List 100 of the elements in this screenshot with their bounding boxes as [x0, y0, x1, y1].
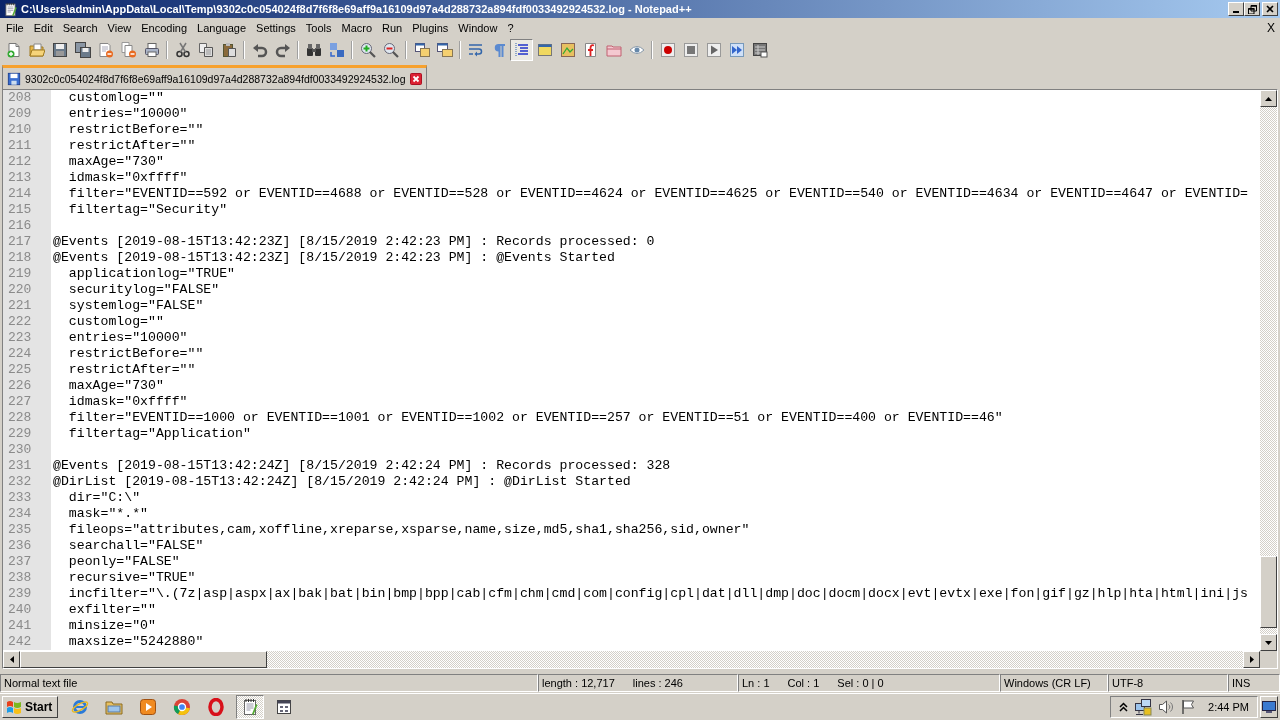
code-line: systemlog="FALSE"	[67, 298, 204, 314]
encoding-label: UTF-8	[1108, 674, 1228, 692]
code-line: mask="*.*"	[67, 506, 148, 522]
scrollbar-thumb[interactable]	[1260, 556, 1277, 628]
close-file-icon	[97, 42, 114, 58]
close-document-button[interactable]: X	[1262, 19, 1280, 37]
scrollbar-corner	[1260, 651, 1277, 668]
line-number: 219	[3, 266, 51, 282]
close-button[interactable]	[1262, 2, 1278, 16]
line-number: 228	[3, 410, 51, 426]
restore-button[interactable]	[1244, 2, 1260, 16]
code-line: idmask="0xffff"	[67, 394, 188, 410]
line-number: 240	[3, 602, 51, 618]
scroll-right-button[interactable]	[1243, 651, 1260, 668]
media-player-icon	[139, 698, 158, 716]
undo-icon	[251, 42, 268, 58]
line-number: 217	[3, 234, 51, 250]
scrollbar-thumb[interactable]	[20, 651, 267, 668]
printer-icon	[143, 42, 160, 58]
clock[interactable]: 2:44 PM	[1208, 701, 1249, 713]
menu-item[interactable]: Window	[453, 20, 503, 36]
line-number: 216	[3, 218, 51, 234]
menu-item[interactable]: Settings	[251, 20, 301, 36]
insert-mode-label: INS	[1228, 674, 1280, 692]
window-icon	[536, 42, 553, 58]
speaker-icon[interactable]	[1158, 699, 1175, 715]
word-wrap-icon	[467, 42, 484, 58]
code-line: dir="C:\"	[67, 490, 141, 506]
line-number: 236	[3, 538, 51, 554]
ring-icon	[207, 698, 226, 716]
scroll-up-button[interactable]	[1260, 90, 1277, 107]
code-line: maxsize="5242880"	[67, 634, 204, 650]
record-icon	[659, 42, 676, 58]
network-icon[interactable]	[1134, 698, 1153, 716]
column-label: Col : 1	[787, 677, 820, 689]
lines-label: lines : 246	[632, 677, 683, 689]
code-line: restrictAfter=""	[67, 362, 196, 378]
line-number: 208	[3, 90, 51, 106]
line-number: 233	[3, 490, 51, 506]
code-line: entries="10000"	[67, 106, 188, 122]
code-line: peonly="FALSE"	[67, 554, 180, 570]
code-line: recursive="TRUE"	[67, 570, 196, 586]
menu-item[interactable]: View	[102, 20, 137, 36]
menu-item[interactable]: Tools	[300, 20, 337, 36]
scroll-left-button[interactable]	[3, 651, 20, 668]
indent-lines-icon	[513, 42, 530, 58]
restore-icon	[1247, 4, 1257, 14]
chevron-up-icon[interactable]	[1119, 702, 1129, 712]
close-tab-icon[interactable]	[409, 72, 422, 85]
two-floppy-disks-icon	[74, 42, 91, 58]
play-icon	[705, 42, 722, 58]
scroll-down-button[interactable]	[1260, 634, 1277, 651]
menu-item[interactable]: Edit	[28, 20, 58, 36]
taskbar-app-button[interactable]	[236, 695, 265, 719]
code-line: @Events [2019-08-15T13:42:24Z] [8/15/2019 2:42:24 PM] : Records processed: 328	[53, 458, 671, 474]
window-icon	[275, 698, 294, 716]
line-number: 225	[3, 362, 51, 378]
line-number: 231	[3, 458, 51, 474]
line-number: 229	[3, 426, 51, 442]
line-number: 223	[3, 330, 51, 346]
line-number: 209	[3, 106, 51, 122]
menu-item[interactable]: Run	[377, 20, 408, 36]
line-number: 230	[3, 442, 51, 458]
menu-item[interactable]: File	[1, 20, 29, 36]
copy-icon	[197, 42, 214, 58]
offset-windows-icon	[436, 42, 453, 58]
line-number: 212	[3, 154, 51, 170]
start-button[interactable]: Start	[2, 696, 59, 718]
code-line: customlog=""	[67, 90, 164, 106]
menu-item[interactable]: ?	[502, 20, 519, 36]
line-number: 224	[3, 346, 51, 362]
code-line: idmask="0xffff"	[67, 170, 188, 186]
line-number: 213	[3, 170, 51, 186]
menu-item[interactable]: Macro	[336, 20, 378, 36]
code-line: restrictAfter=""	[67, 138, 196, 154]
grid-icon	[751, 42, 768, 58]
code-line: customlog=""	[67, 314, 164, 330]
binoculars-icon	[305, 42, 322, 58]
code-line: entries="10000"	[67, 330, 188, 346]
flag-icon[interactable]	[1180, 699, 1197, 715]
line-ending-label: Windows (CR LF)	[1000, 674, 1108, 692]
clipboard-icon	[220, 42, 237, 58]
menu-item[interactable]: Encoding	[136, 20, 193, 36]
code-line: searchall="FALSE"	[67, 538, 204, 554]
indent-lines-button[interactable]	[510, 39, 533, 61]
line-number: 221	[3, 298, 51, 314]
minimize-button[interactable]	[1228, 2, 1244, 16]
file-tab[interactable]: 9302c0c054024f8d7f6f8e69aff9a16109d97a4d288732a894fdf0033492924532.log	[2, 65, 427, 89]
line-number: 218	[3, 250, 51, 266]
line-number: 239	[3, 586, 51, 602]
fast-forward-icon	[728, 42, 745, 58]
menu-item[interactable]: Language	[192, 20, 252, 36]
menu-item[interactable]: Plugins	[407, 20, 454, 36]
menu-item[interactable]: Search	[57, 20, 103, 36]
browser-icon	[173, 698, 192, 716]
left-arrow-icon	[9, 656, 14, 663]
folder-icon	[605, 42, 622, 58]
window-title: C:\Users\admin\AppData\Local\Temp\9302c0c054024f8d7f6f8e69aff9a16109d97a4d288732a894fdf0033492924532.log - Notepad++	[21, 3, 693, 15]
line-number: 234	[3, 506, 51, 522]
show-desktop-button[interactable]	[1260, 696, 1278, 718]
